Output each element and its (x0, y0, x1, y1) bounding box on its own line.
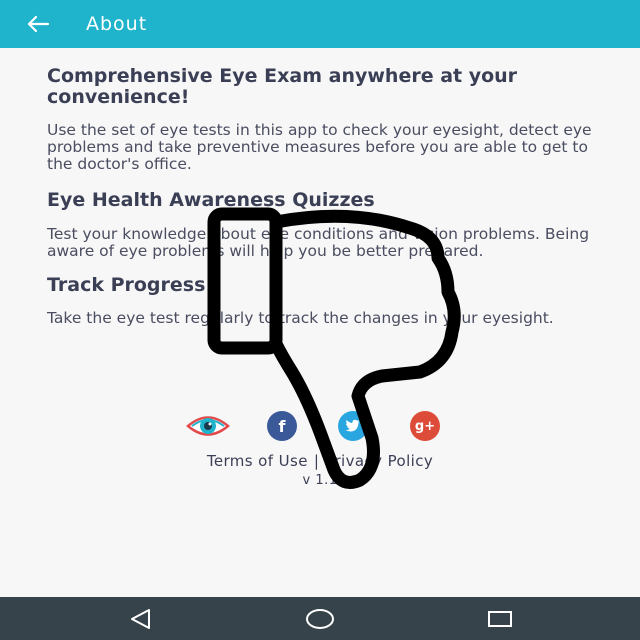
arrow-left-icon (27, 15, 50, 33)
twitter-button[interactable] (338, 411, 368, 441)
social-buttons: f g+ (0, 411, 640, 443)
eye-logo-icon (186, 416, 230, 436)
privacy-policy-link[interactable]: Privacy Policy (325, 452, 433, 470)
terms-of-use-link[interactable]: Terms of Use (207, 452, 308, 470)
paragraph-eye-exam: Use the set of eye tests in this app to … (47, 121, 592, 173)
page-title: About (86, 13, 148, 35)
link-separator: | (313, 452, 320, 470)
nav-recent-button[interactable] (470, 597, 530, 640)
nav-home-icon (306, 608, 334, 629)
google-plus-button[interactable]: g+ (410, 411, 440, 441)
google-plus-icon: g+ (414, 418, 436, 434)
app-version: v 1.1 (302, 473, 338, 488)
heading-eye-exam: Comprehensive Eye Exam anywhere at your … (47, 65, 518, 108)
footer-links: Terms of Use | Privacy Policy (0, 452, 640, 470)
system-navigation-bar (0, 597, 640, 640)
back-button[interactable] (26, 0, 66, 48)
paragraph-track-progress: Take the eye test regularly to track the… (47, 309, 554, 327)
app-logo-button[interactable] (186, 411, 230, 441)
nav-back-button[interactable] (110, 597, 170, 640)
twitter-icon (345, 419, 360, 432)
about-content: Comprehensive Eye Exam anywhere at your … (47, 62, 607, 327)
nav-back-icon (131, 608, 150, 629)
paragraph-quizzes: Test your knowledge about eye conditions… (47, 225, 590, 260)
facebook-icon: f (278, 416, 286, 436)
nav-home-button[interactable] (290, 597, 350, 640)
heading-track-progress: Track Progress (47, 274, 206, 296)
app-bar: About (0, 0, 640, 48)
nav-recent-icon (488, 610, 512, 627)
facebook-button[interactable]: f (267, 411, 297, 441)
heading-quizzes: Eye Health Awareness Quizzes (47, 189, 375, 211)
